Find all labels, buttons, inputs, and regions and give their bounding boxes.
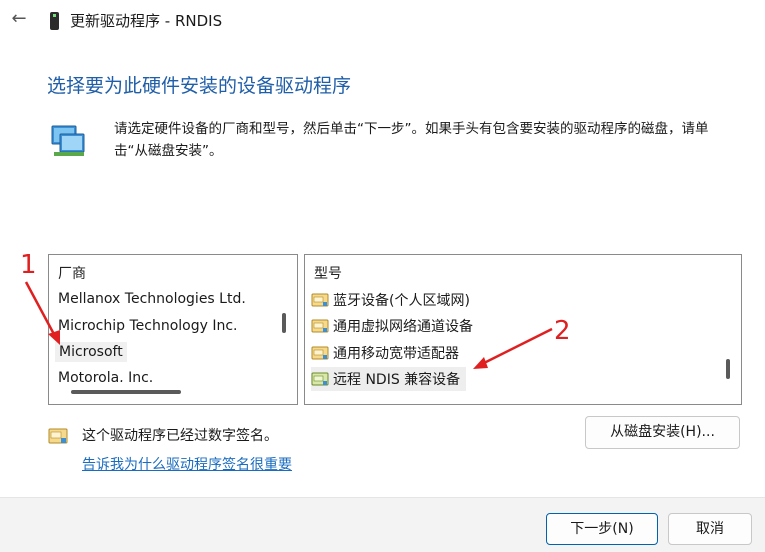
page-heading: 选择要为此硬件安装的设备驱动程序 <box>47 75 352 97</box>
driver-package-icon <box>311 293 329 307</box>
vertical-scrollbar-thumb[interactable] <box>282 313 286 333</box>
list-item[interactable]: 蓝牙设备(个人区域网) <box>311 288 470 312</box>
list-item-selected[interactable]: 远程 NDIS 兼容设备 <box>311 367 467 391</box>
list-item[interactable]: 通用虚拟网络通道设备 <box>311 314 473 338</box>
list-item[interactable]: Mellanox Technologies Ltd. <box>58 291 246 307</box>
title-bar: ← 更新驱动程序 - RNDIS <box>0 0 765 44</box>
usb-device-icon <box>50 12 59 30</box>
model-list[interactable]: 型号 蓝牙设备(个人区域网) 通用虚拟网络通道设备 通用移动宽带适配器 远程 N… <box>304 254 742 405</box>
vscrollbar-track <box>718 255 740 403</box>
driver-package-icon <box>311 346 329 360</box>
vertical-scrollbar-thumb[interactable] <box>726 359 730 379</box>
list-item[interactable]: Motorola, Inc. <box>58 370 153 382</box>
instruction-text: 请选定硬件设备的厂商和型号，然后单击“下一步”。如果手头有包含要安装的驱动程序的… <box>114 121 709 159</box>
window-title: 更新驱动程序 - RNDIS <box>70 12 223 30</box>
back-arrow-icon[interactable]: ← <box>8 8 30 30</box>
horizontal-scrollbar-thumb[interactable] <box>71 390 181 394</box>
certificate-icon <box>48 428 68 444</box>
manufacturer-list[interactable]: 厂商 Mellanox Technologies Ltd. Microchip … <box>48 254 298 405</box>
model-label: 通用虚拟网络通道设备 <box>333 319 473 335</box>
have-disk-button[interactable]: 从磁盘安装(H)... <box>585 416 740 449</box>
model-label: 蓝牙设备(个人区域网) <box>333 293 470 309</box>
cancel-button[interactable]: 取消 <box>668 513 752 545</box>
annotation-label-1: 1 <box>20 250 37 280</box>
signature-info-link[interactable]: 告诉我为什么驱动程序签名很重要 <box>82 454 292 474</box>
model-label: 远程 NDIS 兼容设备 <box>333 372 461 388</box>
model-label: 通用移动宽带适配器 <box>333 346 459 362</box>
driver-package-icon <box>311 319 329 333</box>
next-button[interactable]: 下一步(N) <box>546 513 658 545</box>
list-item-selected[interactable]: Microsoft <box>55 342 127 362</box>
model-header: 型号 <box>314 266 342 282</box>
driver-package-icon <box>311 372 329 386</box>
list-item[interactable]: Microchip Technology Inc. <box>58 318 238 334</box>
list-item[interactable]: 通用移动宽带适配器 <box>311 341 459 365</box>
manufacturer-header: 厂商 <box>58 266 86 282</box>
signature-status-text: 这个驱动程序已经过数字签名。 <box>82 428 278 444</box>
annotation-label-2: 2 <box>554 316 571 346</box>
network-adapter-icon <box>51 125 85 156</box>
